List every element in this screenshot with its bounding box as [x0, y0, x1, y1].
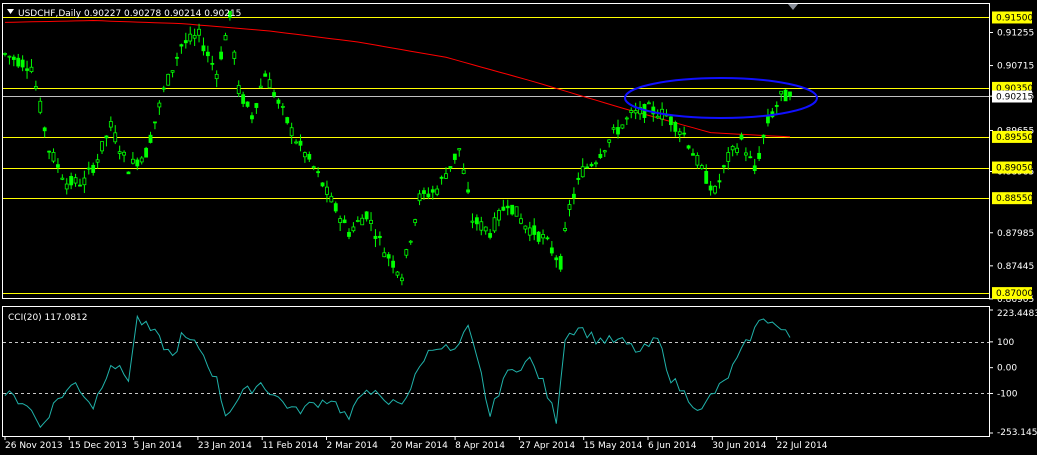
time-tick-label: 23 Jan 2014: [198, 441, 252, 451]
time-tick-label: 6 Jun 2014: [648, 441, 697, 451]
price-tick-label: 0.90715: [997, 62, 1034, 72]
symbol-header: USDCHF,Daily 0.90227 0.90278 0.90214 0.9…: [18, 9, 241, 19]
candle: [514, 206, 519, 217]
candle: [783, 89, 788, 102]
cci-panel-frame: [2, 306, 990, 437]
candle: [510, 204, 515, 216]
cci-header: CCI(20) 117.0812: [8, 313, 88, 323]
time-tick-label: 27 Apr 2014: [519, 441, 575, 451]
cci-tick-label: 0.00: [997, 364, 1017, 374]
cci-tick-label: -253.1458: [997, 428, 1037, 438]
hline-price-label: 0.88550: [996, 194, 1033, 204]
candle: [126, 171, 131, 175]
time-tick-label: 8 Apr 2014: [455, 441, 505, 451]
time-tick-label: 5 Jan 2014: [134, 441, 182, 451]
time-tick-label: 15 May 2014: [584, 441, 643, 451]
cci-tick-label: -100: [997, 389, 1018, 399]
usdchf-daily-chart[interactable]: 0.912550.907150.902150.896550.889850.879…: [0, 0, 1037, 455]
price-tick-label: 0.91255: [997, 28, 1034, 38]
candle: [558, 253, 563, 272]
time-tick-label: 22 Jul 2014: [777, 441, 828, 451]
cci-tick-label: 223.4483: [997, 309, 1037, 319]
time-tick-label: 30 Jun 2014: [712, 441, 766, 451]
time-tick-label: 15 Dec 2013: [69, 441, 127, 451]
hline-price-label: 0.87000: [996, 289, 1033, 299]
current-price-label: 0.90215: [996, 93, 1033, 103]
time-axis: 26 Nov 2013 15 Dec 2013 5 Jan 2014 23 Jan 2…: [4, 436, 828, 451]
candle: [713, 184, 717, 195]
candle: [144, 146, 149, 158]
time-tick-label: 11 Feb 2014: [262, 441, 318, 451]
candle: [620, 124, 625, 130]
price-tick-label: 0.87985: [997, 229, 1034, 239]
candle: [333, 201, 338, 214]
time-tick-label: 2 Mar 2014: [327, 441, 379, 451]
hline-price-label: 0.89550: [996, 133, 1033, 143]
price-panel-frame: [2, 3, 990, 299]
price-tick-label: 0.87445: [997, 262, 1034, 272]
price-axis: 0.912550.907150.902150.896550.889850.879…: [989, 11, 1037, 438]
hline-price-label: 0.91500: [996, 13, 1033, 23]
cci-tick-label: 100: [997, 338, 1014, 348]
hline-price-label: 0.89050: [996, 164, 1033, 174]
time-tick-label: 26 Nov 2013: [5, 441, 63, 451]
time-tick-label: 20 Mar 2014: [391, 441, 448, 451]
candle: [166, 73, 171, 86]
